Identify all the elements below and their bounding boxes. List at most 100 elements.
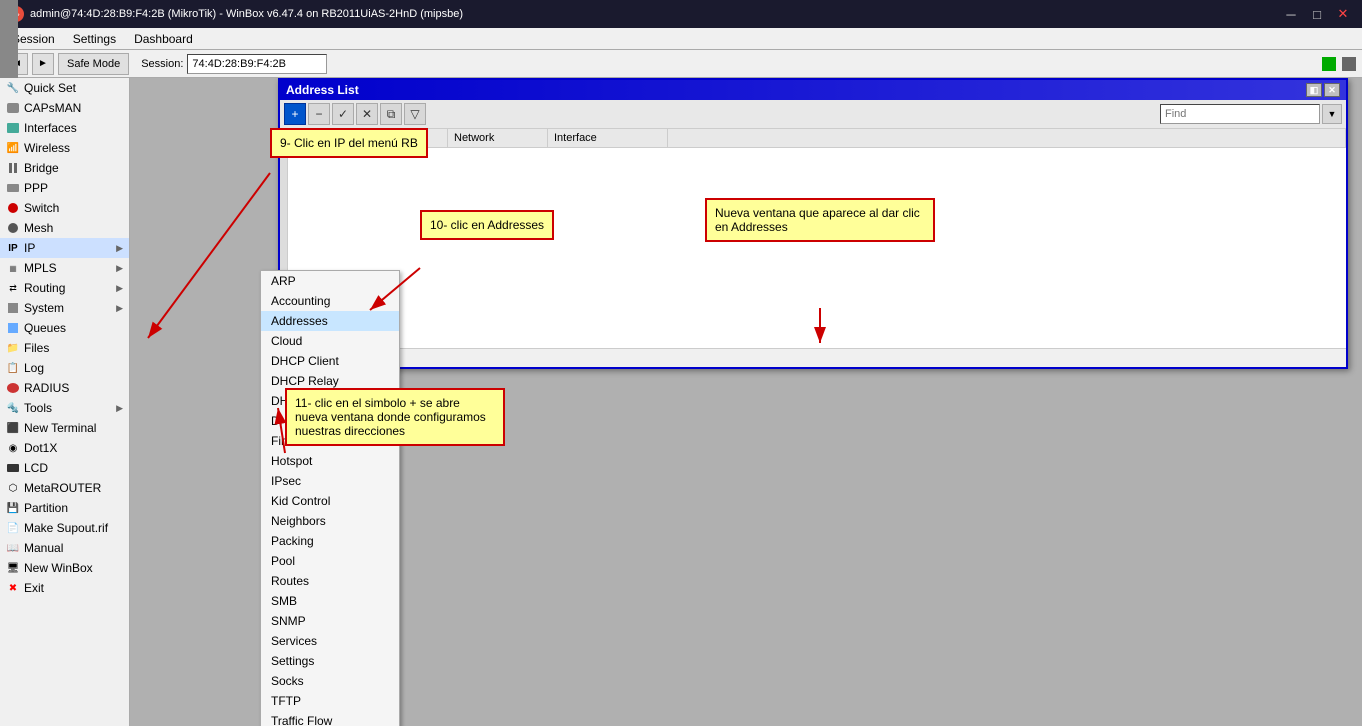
sidebar-item-interfaces[interactable]: Interfaces — [0, 118, 129, 138]
system-icon — [6, 301, 20, 315]
sidebar-item-dot1x[interactable]: ◉ Dot1X — [0, 438, 129, 458]
col-header-extra[interactable] — [668, 129, 1346, 147]
sidebar-item-routing[interactable]: ⇄ Routing ▶ — [0, 278, 129, 298]
col-header-network[interactable]: Network — [448, 129, 548, 147]
sidebar-item-lcd[interactable]: LCD — [0, 458, 129, 478]
enable-button[interactable]: ✓ — [332, 103, 354, 125]
find-input[interactable] — [1160, 104, 1320, 124]
safe-mode-button[interactable]: Safe Mode — [58, 53, 129, 75]
col-header-interface[interactable]: Interface — [548, 129, 668, 147]
submenu-arp[interactable]: ARP — [261, 271, 399, 291]
sidebar-label-radius: RADIUS — [24, 381, 69, 395]
submenu-kid-control[interactable]: Kid Control — [261, 491, 399, 511]
sidebar-item-tools[interactable]: 🔩 Tools ▶ — [0, 398, 129, 418]
submenu-services[interactable]: Services — [261, 631, 399, 651]
sidebar-item-mpls[interactable]: ▦ MPLS ▶ — [0, 258, 129, 278]
remove-address-button[interactable]: − — [308, 103, 330, 125]
sidebar-item-system[interactable]: System ▶ — [0, 298, 129, 318]
submenu-traffic-flow[interactable]: Traffic Flow — [261, 711, 399, 726]
window-controls-inner[interactable]: ◧ ✕ — [1306, 83, 1340, 97]
log-icon: 📋 — [6, 361, 20, 375]
submenu-packing[interactable]: Packing — [261, 531, 399, 551]
sidebar-item-metarouter[interactable]: ⬡ MetaROUTER — [0, 478, 129, 498]
switch-icon — [6, 201, 20, 215]
new-winbox-icon: 🖥 — [6, 561, 20, 575]
sidebar-item-partition[interactable]: 💾 Partition — [0, 498, 129, 518]
sidebar-label-interfaces: Interfaces — [24, 121, 77, 135]
sidebar-label-dot1x: Dot1X — [24, 441, 57, 455]
submenu-settings[interactable]: Settings — [261, 651, 399, 671]
sidebar-item-new-terminal[interactable]: ⬛ New Terminal — [0, 418, 129, 438]
sidebar-item-radius[interactable]: RADIUS — [0, 378, 129, 398]
sidebar-item-capsman[interactable]: CAPsMAN — [0, 98, 129, 118]
routing-icon: ⇄ — [6, 281, 20, 295]
window-close-button[interactable]: ✕ — [1324, 83, 1340, 97]
copy-button[interactable]: ⧉ — [380, 103, 402, 125]
sidebar-label-system: System — [24, 301, 64, 315]
sidebar-label-switch: Switch — [24, 201, 59, 215]
table-row-container — [280, 148, 1346, 348]
table-body — [280, 148, 1346, 348]
sidebar-item-log[interactable]: 📋 Log — [0, 358, 129, 378]
sidebar-item-switch[interactable]: Switch — [0, 198, 129, 218]
submenu-ipsec[interactable]: IPsec — [261, 471, 399, 491]
window-title-label: Address List — [286, 83, 359, 97]
system-arrow: ▶ — [116, 303, 123, 314]
menu-settings[interactable]: Settings — [65, 30, 124, 48]
window-restore-button[interactable]: ◧ — [1306, 83, 1322, 97]
close-button[interactable]: ✕ — [1332, 4, 1354, 24]
table-header: Address ▲ Network Interface — [280, 129, 1346, 148]
ip-icon: IP — [6, 241, 20, 255]
disable-button[interactable]: ✕ — [356, 103, 378, 125]
minimize-button[interactable]: ─ — [1280, 4, 1302, 24]
add-address-button[interactable]: + — [284, 103, 306, 125]
sidebar-wrapper: RouterOS WinBox 🔧 Quick Set CAPsMAN Inte… — [0, 78, 130, 726]
submenu-hotspot[interactable]: Hotspot — [261, 451, 399, 471]
new-terminal-icon: ⬛ — [6, 421, 20, 435]
sidebar-item-exit[interactable]: ✖ Exit — [0, 578, 129, 598]
sidebar-item-ip[interactable]: IP IP ▶ — [0, 238, 129, 258]
annotation-4: 11- clic en el simbolo + se abre nueva v… — [285, 388, 505, 446]
sidebar-item-quick-set[interactable]: 🔧 Quick Set — [0, 78, 129, 98]
sidebar-item-manual[interactable]: 📖 Manual — [0, 538, 129, 558]
sidebar-item-queues[interactable]: Queues — [0, 318, 129, 338]
radius-icon — [6, 381, 20, 395]
sidebar: 🔧 Quick Set CAPsMAN Interfaces 📶 Wireles… — [0, 78, 130, 726]
sidebar-item-files[interactable]: 📁 Files — [0, 338, 129, 358]
find-dropdown[interactable]: ▼ — [1322, 104, 1342, 124]
submenu-dhcp-client[interactable]: DHCP Client — [261, 351, 399, 371]
submenu-neighbors[interactable]: Neighbors — [261, 511, 399, 531]
session-value[interactable]: 74:4D:28:B9:F4:2B — [187, 54, 327, 74]
sidebar-item-make-supout[interactable]: 📄 Make Supout.rif — [0, 518, 129, 538]
menu-dashboard[interactable]: Dashboard — [126, 30, 201, 48]
queues-icon — [6, 321, 20, 335]
sidebar-label-make-supout: Make Supout.rif — [24, 521, 108, 535]
sidebar-item-ppp[interactable]: PPP — [0, 178, 129, 198]
submenu-smb[interactable]: SMB — [261, 591, 399, 611]
forward-button[interactable]: ► — [32, 53, 54, 75]
sidebar-label-manual: Manual — [24, 541, 63, 555]
submenu-accounting[interactable]: Accounting — [261, 291, 399, 311]
submenu-addresses[interactable]: Addresses — [261, 311, 399, 331]
sidebar-item-new-winbox[interactable]: 🖥 New WinBox — [0, 558, 129, 578]
sidebar-item-bridge[interactable]: Bridge — [0, 158, 129, 178]
sidebar-label-ip: IP — [24, 241, 35, 255]
sidebar-item-mesh[interactable]: Mesh — [0, 218, 129, 238]
submenu-snmp[interactable]: SNMP — [261, 611, 399, 631]
metarouter-icon: ⬡ — [6, 481, 20, 495]
submenu-socks[interactable]: Socks — [261, 671, 399, 691]
exit-icon: ✖ — [6, 581, 20, 595]
mpls-icon: ▦ — [6, 261, 20, 275]
submenu-cloud[interactable]: Cloud — [261, 331, 399, 351]
submenu-pool[interactable]: Pool — [261, 551, 399, 571]
submenu-tftp[interactable]: TFTP — [261, 691, 399, 711]
capsman-icon — [6, 101, 20, 115]
sidebar-item-wireless[interactable]: 📶 Wireless — [0, 138, 129, 158]
annotation-1: 9- Clic en IP del menú RB — [270, 128, 428, 158]
window-controls[interactable]: ─ □ ✕ — [1280, 4, 1354, 24]
maximize-button[interactable]: □ — [1306, 4, 1328, 24]
sidebar-label-tools: Tools — [24, 401, 52, 415]
files-icon: 📁 — [6, 341, 20, 355]
filter-button[interactable]: ▽ — [404, 103, 426, 125]
submenu-routes[interactable]: Routes — [261, 571, 399, 591]
